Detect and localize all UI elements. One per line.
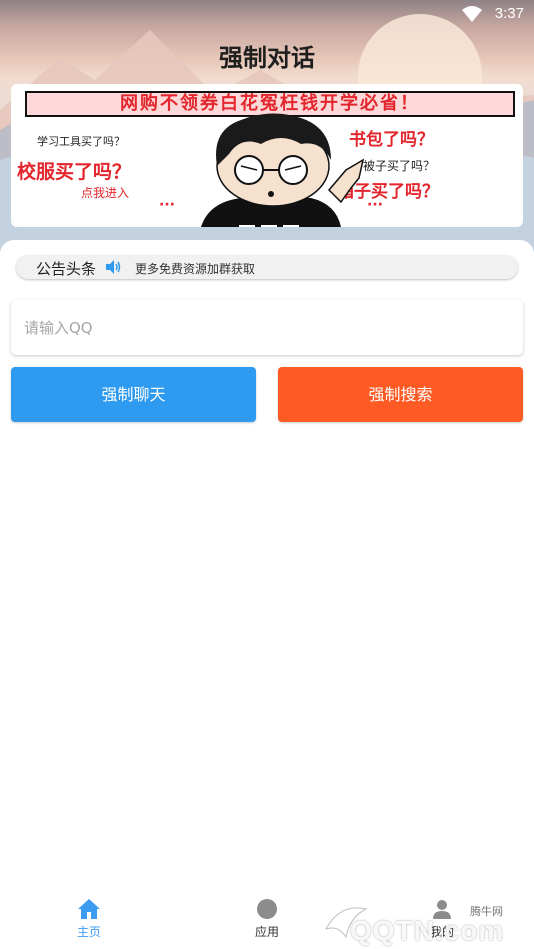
force-chat-button[interactable]: 强制聊天: [11, 367, 256, 422]
notice-bar[interactable]: 公告头条 更多免费资源加群获取: [16, 255, 518, 279]
nav-item-home[interactable]: 主页: [49, 898, 129, 940]
status-bar: 3:37: [0, 0, 534, 28]
watermark-brand: 腾牛网: [470, 906, 503, 918]
home-icon: [78, 899, 100, 919]
qq-input[interactable]: [11, 300, 523, 355]
notice-text: 更多免费资源加群获取: [135, 262, 256, 276]
watermark: QQTN.com 腾牛网: [320, 893, 534, 949]
speaker-icon: [106, 260, 121, 274]
force-search-button[interactable]: 强制搜索: [278, 367, 523, 422]
banner-text-uniform: 校服买了吗？: [17, 161, 132, 183]
app-screen: 3:37 强制对话 网购不领券白花冤枉钱开学必省！ 学习工具买了吗？ 校服买了吗…: [0, 0, 534, 949]
banner-cta[interactable]: 点我进入: [81, 184, 129, 201]
header-background: 3:37 强制对话 网购不领券白花冤枉钱开学必省！ 学习工具买了吗？ 校服买了吗…: [0, 0, 534, 262]
cartoon-character-illustration: [201, 113, 365, 227]
compass-icon: [257, 899, 277, 919]
banner-pager: [236, 212, 316, 227]
status-time: 3:37: [494, 5, 524, 22]
notice-label: 公告头条: [36, 260, 97, 278]
nav-label-apps: 应用: [254, 925, 279, 939]
banner-text-quilt: 被子买了吗？: [363, 159, 436, 173]
promo-banner[interactable]: 网购不领券白花冤枉钱开学必省！ 学习工具买了吗？ 校服买了吗？ 点我进入 书包了…: [11, 84, 523, 227]
nav-item-apps[interactable]: 应用: [227, 898, 307, 940]
page-title: 强制对话: [219, 44, 315, 72]
nav-label-home: 主页: [76, 925, 101, 939]
banner-dots-left: ···: [159, 197, 175, 213]
wifi-icon: [462, 6, 482, 22]
watermark-domain: QQTN.com: [350, 915, 505, 946]
banner-text-tools: 学习工具买了吗？: [37, 135, 125, 148]
